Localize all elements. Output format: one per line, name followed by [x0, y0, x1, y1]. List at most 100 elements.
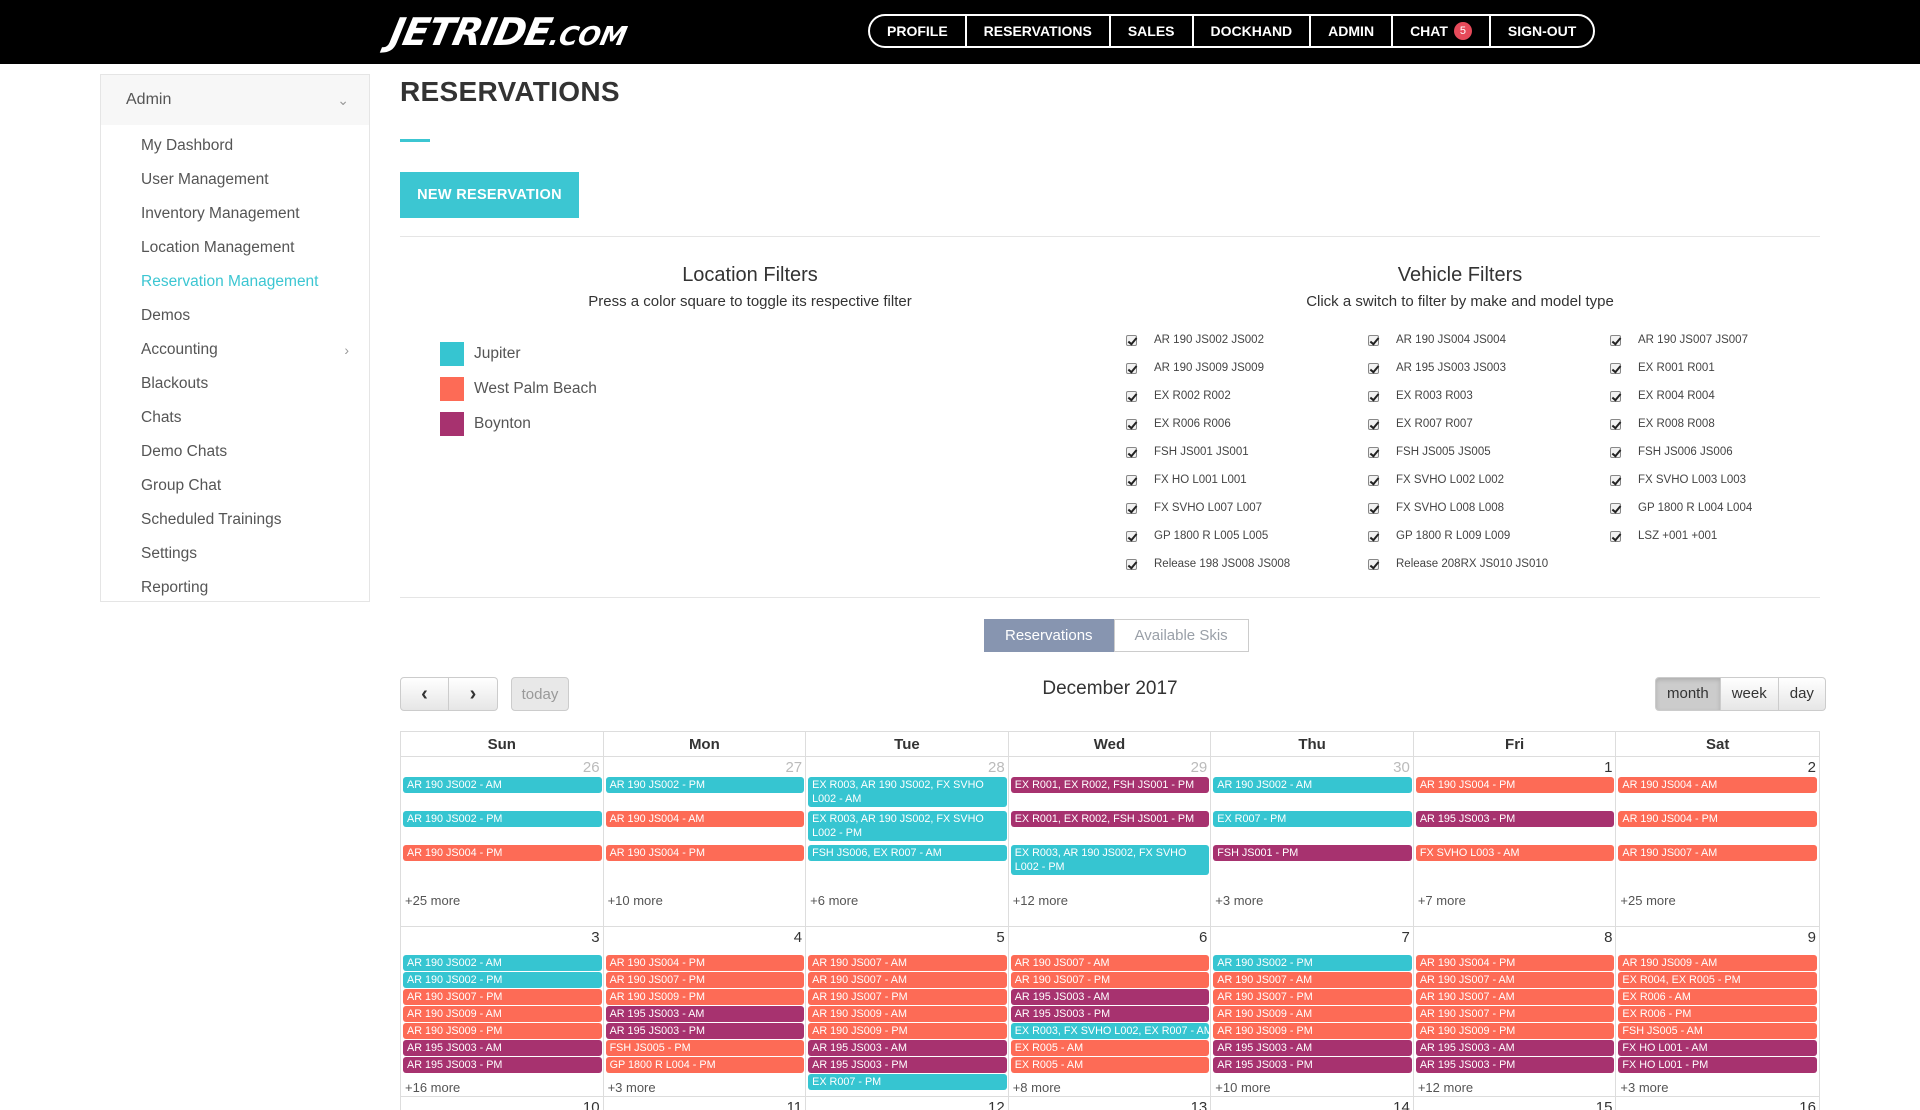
- calendar-event[interactable]: FSH JS005 - PM: [605, 1040, 805, 1056]
- calendar-event[interactable]: AR 190 JS002 - PM: [403, 811, 602, 827]
- vehicle-filter-checkbox[interactable]: [1126, 446, 1137, 458]
- calendar-event[interactable]: EX R004, EX R005 - PM: [1618, 972, 1817, 988]
- calendar-event[interactable]: AR 195 JS003 - AM: [605, 1006, 805, 1022]
- vehicle-filter-checkbox[interactable]: [1368, 530, 1379, 542]
- calendar-event[interactable]: EX R001, EX R002, FSH JS001 - PM: [1010, 811, 1210, 827]
- calendar-event[interactable]: AR 190 JS004 - PM: [1415, 955, 1615, 971]
- sidebar-header-admin[interactable]: Admin ⌄: [101, 75, 369, 125]
- calendar-event[interactable]: AR 195 JS003 - AM: [403, 1040, 602, 1056]
- vehicle-filter-checkbox[interactable]: [1368, 362, 1379, 374]
- nav-chat[interactable]: CHAT 5: [1393, 16, 1491, 46]
- new-reservation-button[interactable]: NEW RESERVATION: [400, 172, 579, 218]
- sidebar-item-my-dashbord[interactable]: My Dashbord: [101, 129, 369, 163]
- vehicle-filter-checkbox[interactable]: [1368, 390, 1379, 402]
- more-events-link[interactable]: +7 more: [1418, 893, 1466, 908]
- calendar-event[interactable]: AR 190 JS002 - PM: [403, 972, 602, 988]
- location-color-swatch[interactable]: [440, 411, 464, 436]
- vehicle-filter-checkbox[interactable]: [1126, 362, 1137, 374]
- nav-sign-out[interactable]: SIGN-OUT: [1491, 16, 1593, 46]
- calendar-day-cell[interactable]: 16: [1616, 1097, 1819, 1110]
- calendar-event[interactable]: AR 190 JS004 - PM: [1415, 777, 1615, 793]
- vehicle-filter-checkbox[interactable]: [1610, 362, 1621, 374]
- calendar-event[interactable]: EX R007 - PM: [808, 1074, 1007, 1090]
- nav-sales[interactable]: SALES: [1111, 16, 1194, 46]
- calendar-event[interactable]: AR 190 JS007 - AM: [1415, 989, 1615, 1005]
- more-events-link[interactable]: +6 more: [810, 893, 858, 908]
- prev-month-button[interactable]: ‹: [400, 677, 449, 711]
- calendar-day-cell[interactable]: 15: [1414, 1097, 1617, 1110]
- vehicle-filter-checkbox[interactable]: [1126, 530, 1137, 542]
- calendar-event[interactable]: AR 195 JS003 - PM: [1213, 1057, 1412, 1073]
- calendar-event[interactable]: AR 190 JS004 - AM: [1618, 777, 1817, 793]
- more-events-link[interactable]: +3 more: [1620, 1080, 1668, 1095]
- vehicle-filter-checkbox[interactable]: [1126, 334, 1137, 346]
- calendar-event[interactable]: AR 190 JS004 - PM: [1618, 811, 1817, 827]
- vehicle-filter-checkbox[interactable]: [1126, 474, 1137, 486]
- calendar-event[interactable]: AR 195 JS003 - PM: [403, 1057, 602, 1073]
- calendar-event[interactable]: EX R003, AR 190 JS002, FX SVHO L002 - PM: [1010, 845, 1210, 875]
- sidebar-item-reservation-management[interactable]: Reservation Management: [101, 265, 369, 299]
- calendar-event[interactable]: AR 190 JS007 - AM: [1213, 972, 1412, 988]
- calendar-event[interactable]: FSH JS006, EX R007 - AM: [808, 845, 1007, 861]
- calendar-event[interactable]: GP 1800 R L004 - PM: [605, 1057, 805, 1073]
- vehicle-filter-checkbox[interactable]: [1368, 474, 1379, 486]
- calendar-event[interactable]: FX HO L001 - AM: [1618, 1040, 1817, 1056]
- more-events-link[interactable]: +8 more: [1013, 1080, 1061, 1095]
- calendar-event[interactable]: AR 190 JS009 - PM: [605, 989, 805, 1005]
- calendar-event[interactable]: AR 195 JS003 - AM: [1415, 1040, 1615, 1056]
- more-events-link[interactable]: +10 more: [1215, 1080, 1270, 1095]
- sidebar-item-chats[interactable]: Chats: [101, 401, 369, 435]
- calendar-event[interactable]: AR 190 JS007 - AM: [1010, 955, 1210, 971]
- calendar-event[interactable]: AR 195 JS003 - PM: [605, 1023, 805, 1039]
- calendar-event[interactable]: EX R007 - PM: [1213, 811, 1412, 827]
- location-color-swatch[interactable]: [440, 376, 464, 401]
- week-view-button[interactable]: week: [1720, 677, 1779, 711]
- calendar-event[interactable]: FX SVHO L003 - AM: [1415, 845, 1615, 861]
- nav-reservations[interactable]: RESERVATIONS: [967, 16, 1111, 46]
- calendar-event[interactable]: AR 190 JS004 - PM: [403, 845, 602, 861]
- reservations-toggle[interactable]: Reservations: [984, 619, 1114, 652]
- more-events-link[interactable]: +3 more: [1215, 893, 1263, 908]
- calendar-event[interactable]: FSH JS001 - PM: [1213, 845, 1412, 861]
- sidebar-item-inventory-management[interactable]: Inventory Management: [101, 197, 369, 231]
- jetride-logo[interactable]: JETRIDE.COM: [386, 10, 630, 54]
- vehicle-filter-checkbox[interactable]: [1368, 334, 1379, 346]
- more-events-link[interactable]: +12 more: [1013, 893, 1068, 908]
- calendar-event[interactable]: AR 190 JS007 - AM: [1618, 845, 1817, 861]
- calendar-event[interactable]: AR 190 JS007 - PM: [1213, 989, 1412, 1005]
- more-events-link[interactable]: +25 more: [405, 893, 460, 908]
- calendar-event[interactable]: AR 190 JS007 - AM: [1415, 972, 1615, 988]
- sidebar-item-settings[interactable]: Settings: [101, 537, 369, 571]
- calendar-event[interactable]: AR 190 JS009 - PM: [403, 1023, 602, 1039]
- calendar-event[interactable]: AR 190 JS004 - AM: [605, 811, 805, 827]
- nav-admin[interactable]: ADMIN: [1311, 16, 1394, 46]
- calendar-event[interactable]: AR 190 JS004 - PM: [605, 845, 805, 861]
- calendar-event[interactable]: FSH JS005 - AM: [1618, 1023, 1817, 1039]
- calendar-event[interactable]: AR 190 JS009 - AM: [1213, 1006, 1412, 1022]
- calendar-event[interactable]: EX R003, FX SVHO L002, EX R007 - AM: [1010, 1023, 1210, 1039]
- nav-dockhand[interactable]: DOCKHAND: [1194, 16, 1312, 46]
- calendar-event[interactable]: AR 190 JS002 - AM: [403, 777, 602, 793]
- calendar-event[interactable]: FX HO L001 - PM: [1618, 1057, 1817, 1073]
- sidebar-item-accounting[interactable]: Accounting ›: [101, 333, 369, 367]
- calendar-event[interactable]: AR 190 JS007 - PM: [808, 989, 1007, 1005]
- calendar-event[interactable]: AR 190 JS007 - PM: [403, 989, 602, 1005]
- vehicle-filter-checkbox[interactable]: [1610, 334, 1621, 346]
- vehicle-filter-checkbox[interactable]: [1610, 474, 1621, 486]
- calendar-event[interactable]: AR 190 JS009 - PM: [1415, 1023, 1615, 1039]
- calendar-event[interactable]: AR 195 JS003 - PM: [1010, 1006, 1210, 1022]
- calendar-event[interactable]: AR 195 JS003 - AM: [1010, 989, 1210, 1005]
- calendar-day-cell[interactable]: 11: [604, 1097, 807, 1110]
- sidebar-item-reporting[interactable]: Reporting: [101, 571, 369, 605]
- calendar-event[interactable]: EX R006 - PM: [1618, 1006, 1817, 1022]
- more-events-link[interactable]: +3 more: [608, 1080, 656, 1095]
- calendar-event[interactable]: EX R001, EX R002, FSH JS001 - PM: [1010, 777, 1210, 793]
- vehicle-filter-checkbox[interactable]: [1610, 446, 1621, 458]
- vehicle-filter-checkbox[interactable]: [1610, 390, 1621, 402]
- calendar-day-cell[interactable]: 12: [806, 1097, 1009, 1110]
- vehicle-filter-checkbox[interactable]: [1126, 502, 1137, 514]
- calendar-event[interactable]: EX R005 - AM: [1010, 1040, 1210, 1056]
- calendar-event[interactable]: AR 190 JS007 - PM: [1415, 1006, 1615, 1022]
- calendar-event[interactable]: EX R005 - AM: [1010, 1057, 1210, 1073]
- calendar-event[interactable]: AR 190 JS009 - AM: [403, 1006, 602, 1022]
